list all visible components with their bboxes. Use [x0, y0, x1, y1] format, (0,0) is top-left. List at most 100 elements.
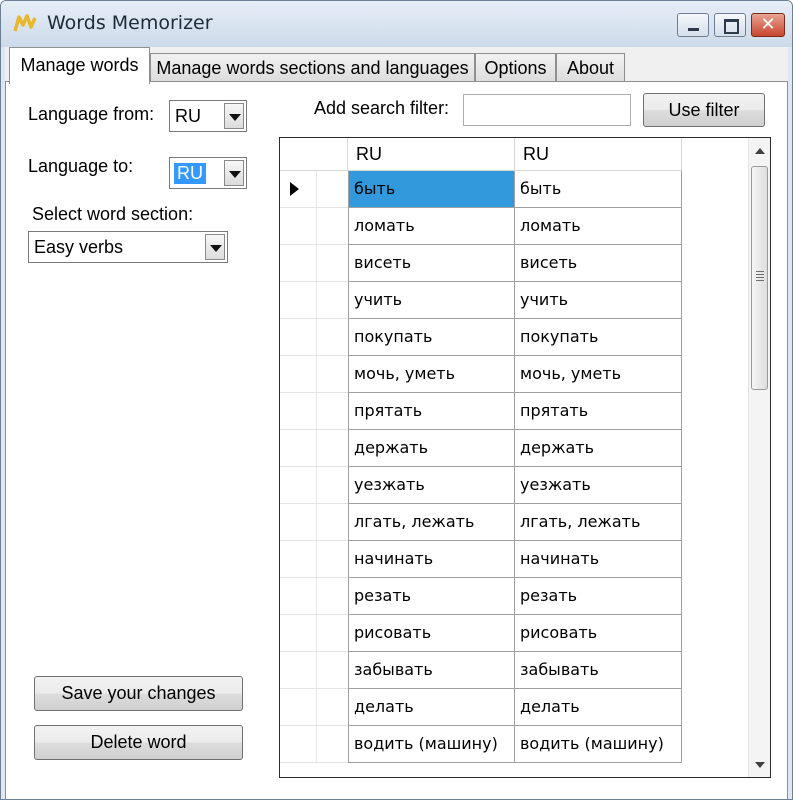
words-grid[interactable]: RU RU быть быть ломать ломать висеть висеть уч…	[279, 137, 771, 778]
word-cell-to[interactable]: мочь, уметь	[515, 356, 682, 393]
title-bar[interactable]: Words Memorizer ✕	[1, 1, 792, 47]
row-header[interactable]	[280, 208, 348, 245]
chevron-down-icon[interactable]	[224, 160, 244, 186]
window-title: Words Memorizer	[47, 12, 213, 34]
row-header-divider	[316, 467, 317, 503]
row-header-divider	[316, 356, 317, 392]
delete-word-button[interactable]: Delete word	[34, 725, 243, 760]
minimize-button[interactable]	[677, 13, 709, 37]
row-header[interactable]	[280, 319, 348, 356]
row-header[interactable]	[280, 467, 348, 504]
row-header-divider	[316, 726, 317, 762]
search-filter-input[interactable]	[463, 94, 631, 126]
grip-icon	[756, 271, 764, 281]
language-to-select[interactable]: RU	[169, 157, 247, 189]
row-header[interactable]	[280, 726, 348, 763]
row-header[interactable]	[280, 171, 348, 208]
language-from-value: RU	[175, 106, 201, 126]
row-header[interactable]	[280, 245, 348, 282]
save-changes-button[interactable]: Save your changes	[34, 676, 243, 711]
language-to-value: RU	[174, 163, 206, 184]
scroll-up-icon[interactable]	[749, 142, 770, 162]
row-header-divider	[316, 578, 317, 614]
row-header-divider	[316, 393, 317, 429]
row-header-divider	[316, 541, 317, 577]
word-cell-from[interactable]: покупать	[348, 319, 515, 356]
word-cell-to[interactable]: водить (машину)	[515, 726, 682, 763]
word-cell-from[interactable]: висеть	[348, 245, 515, 282]
word-cell-from[interactable]: начинать	[348, 541, 515, 578]
row-header-divider	[316, 319, 317, 355]
row-header-divider	[316, 245, 317, 281]
vertical-scrollbar[interactable]	[748, 138, 770, 777]
tab-manage-words[interactable]: Manage words	[9, 47, 150, 84]
word-cell-to[interactable]: держать	[515, 430, 682, 467]
word-cell-to[interactable]: начинать	[515, 541, 682, 578]
word-cell-to[interactable]: висеть	[515, 245, 682, 282]
word-cell-from[interactable]: держать	[348, 430, 515, 467]
maximize-button[interactable]	[714, 13, 746, 37]
scroll-down-icon[interactable]	[749, 755, 770, 775]
search-filter-label: Add search filter:	[314, 98, 450, 118]
word-cell-from[interactable]: ломать	[348, 208, 515, 245]
row-header-divider	[316, 652, 317, 688]
word-cell-to[interactable]: уезжать	[515, 467, 682, 504]
word-cell-to[interactable]: делать	[515, 689, 682, 726]
row-header[interactable]	[280, 578, 348, 615]
word-cell-from[interactable]: делать	[348, 689, 515, 726]
section-label: Select word section:	[32, 204, 194, 224]
column-header-from[interactable]: RU	[348, 138, 515, 171]
row-header[interactable]	[280, 282, 348, 319]
app-logo-icon	[13, 14, 37, 32]
column-header-to[interactable]: RU	[515, 138, 682, 171]
word-cell-from[interactable]: учить	[348, 282, 515, 319]
row-header-divider	[316, 615, 317, 651]
current-row-pointer-icon	[290, 182, 299, 196]
word-cell-to[interactable]: быть	[515, 171, 682, 208]
word-section-select[interactable]: Easy verbs	[28, 231, 228, 263]
word-cell-to[interactable]: лгать, лежать	[515, 504, 682, 541]
row-header-divider	[316, 430, 317, 466]
row-header-divider	[316, 282, 317, 318]
row-header[interactable]	[280, 356, 348, 393]
tab-options[interactable]: Options	[475, 53, 556, 82]
row-header-divider	[316, 171, 317, 207]
word-cell-from[interactable]: лгать, лежать	[348, 504, 515, 541]
row-header[interactable]	[280, 504, 348, 541]
word-cell-from[interactable]: мочь, уметь	[348, 356, 515, 393]
close-button[interactable]: ✕	[751, 13, 785, 37]
word-cell-to[interactable]: рисовать	[515, 615, 682, 652]
language-from-select[interactable]: RU	[169, 100, 247, 132]
row-header[interactable]	[280, 615, 348, 652]
word-cell-to[interactable]: ломать	[515, 208, 682, 245]
use-filter-button[interactable]: Use filter	[643, 93, 765, 127]
chevron-down-icon[interactable]	[224, 103, 244, 129]
chevron-down-icon[interactable]	[205, 234, 225, 260]
word-cell-from[interactable]: быть	[348, 171, 515, 208]
row-header[interactable]	[280, 393, 348, 430]
word-cell-to[interactable]: прятать	[515, 393, 682, 430]
word-cell-to[interactable]: резать	[515, 578, 682, 615]
word-cell-from[interactable]: рисовать	[348, 615, 515, 652]
tab-about[interactable]: About	[556, 53, 625, 82]
row-header-divider	[316, 689, 317, 725]
word-cell-to[interactable]: покупать	[515, 319, 682, 356]
word-cell-from[interactable]: забывать	[348, 652, 515, 689]
row-header[interactable]	[280, 689, 348, 726]
row-header[interactable]	[280, 541, 348, 578]
word-cell-from[interactable]: прятать	[348, 393, 515, 430]
row-header[interactable]	[280, 430, 348, 467]
close-icon: ✕	[760, 14, 776, 35]
word-cell-from[interactable]: резать	[348, 578, 515, 615]
row-header-divider	[316, 208, 317, 244]
tab-manage-sections-languages[interactable]: Manage words sections and languages	[150, 53, 475, 82]
word-cell-to[interactable]: забывать	[515, 652, 682, 689]
client-area: Manage words Manage words sections and l…	[5, 47, 788, 799]
row-header[interactable]	[280, 652, 348, 689]
word-cell-to[interactable]: учить	[515, 282, 682, 319]
scroll-thumb[interactable]	[751, 166, 768, 390]
row-header-corner	[280, 138, 348, 171]
word-cell-from[interactable]: водить (машину)	[348, 726, 515, 763]
word-cell-from[interactable]: уезжать	[348, 467, 515, 504]
word-section-value: Easy verbs	[34, 237, 124, 257]
